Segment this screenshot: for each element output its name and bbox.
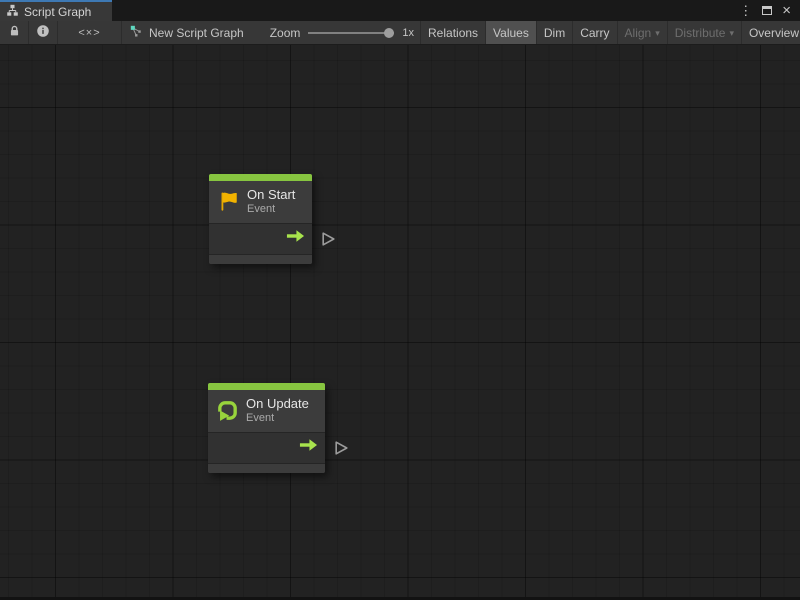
distribute-label: Distribute xyxy=(675,26,726,40)
zoom-slider-thumb[interactable] xyxy=(384,28,394,38)
inspector-button[interactable] xyxy=(29,21,58,44)
lock-icon xyxy=(8,24,21,41)
node-color-bar xyxy=(209,174,312,181)
output-port-triangle[interactable] xyxy=(321,230,336,247)
zoom-value: 1x xyxy=(402,27,414,39)
node-subtitle: Event xyxy=(246,412,309,425)
new-script-graph-label: New Script Graph xyxy=(149,26,244,40)
carry-label: Carry xyxy=(580,26,609,40)
kebab-menu-icon[interactable]: ⋮ xyxy=(739,4,752,17)
values-button[interactable]: Values xyxy=(485,21,536,44)
values-label: Values xyxy=(493,26,529,40)
relations-label: Relations xyxy=(428,26,478,40)
toolbar-toggle-group: Relations Values Dim Carry Align ▾ Distr… xyxy=(420,21,800,44)
relations-button[interactable]: Relations xyxy=(420,21,485,44)
script-graph-window: Script Graph ⋮ × xyxy=(0,0,800,600)
edit-graph-button[interactable]: <×> xyxy=(58,21,122,44)
control-output-arrow-icon[interactable] xyxy=(286,229,305,248)
overview-label: Overview xyxy=(749,26,799,40)
code-brackets-icon: <×> xyxy=(78,27,100,39)
graph-toolbar: <×> New Script Graph Zoom 1x xyxy=(0,21,800,45)
node-on-update[interactable]: On Update Event xyxy=(208,383,325,473)
tab-bar: Script Graph ⋮ × xyxy=(0,0,800,21)
mini-graph-icon xyxy=(130,25,143,41)
info-icon xyxy=(36,24,50,41)
tab-title: Script Graph xyxy=(24,5,91,19)
tabbar-spacer xyxy=(112,0,739,21)
node-port-row xyxy=(209,223,312,255)
carry-button[interactable]: Carry xyxy=(572,21,616,44)
graph-hierarchy-icon xyxy=(6,4,19,20)
graph-canvas[interactable]: On Start Event xyxy=(0,45,800,600)
close-icon[interactable]: × xyxy=(782,3,791,18)
maximize-icon[interactable] xyxy=(762,6,772,15)
loop-icon xyxy=(216,399,239,422)
node-header: On Start Event xyxy=(209,181,312,223)
node-port-row xyxy=(208,432,325,464)
control-output-arrow-icon[interactable] xyxy=(299,438,318,457)
new-script-graph-button[interactable]: New Script Graph xyxy=(122,21,256,44)
align-label: Align xyxy=(625,26,652,40)
node-subtitle: Event xyxy=(247,203,295,216)
node-on-start[interactable]: On Start Event xyxy=(209,174,312,264)
output-port-triangle[interactable] xyxy=(334,439,349,456)
window-controls: ⋮ × xyxy=(739,0,800,21)
flag-icon xyxy=(217,190,240,213)
zoom-label: Zoom xyxy=(270,26,301,40)
node-title: On Start xyxy=(247,188,295,203)
zoom-control: Zoom 1x xyxy=(256,21,420,44)
dim-button[interactable]: Dim xyxy=(536,21,572,44)
node-footer xyxy=(209,255,312,264)
chevron-down-icon: ▾ xyxy=(729,28,734,39)
chevron-down-icon: ▾ xyxy=(655,28,660,39)
node-color-bar xyxy=(208,383,325,390)
tab-script-graph[interactable]: Script Graph xyxy=(0,0,112,21)
overview-button[interactable]: Overview xyxy=(741,21,800,44)
node-footer xyxy=(208,464,325,473)
zoom-slider-track xyxy=(308,32,394,34)
node-titles: On Start Event xyxy=(247,188,295,216)
node-header: On Update Event xyxy=(208,390,325,432)
zoom-slider[interactable] xyxy=(308,28,394,38)
align-dropdown[interactable]: Align ▾ xyxy=(617,21,667,44)
distribute-dropdown[interactable]: Distribute ▾ xyxy=(667,21,741,44)
node-titles: On Update Event xyxy=(246,397,309,425)
lock-button[interactable] xyxy=(0,21,29,44)
dim-label: Dim xyxy=(544,26,565,40)
node-title: On Update xyxy=(246,397,309,412)
